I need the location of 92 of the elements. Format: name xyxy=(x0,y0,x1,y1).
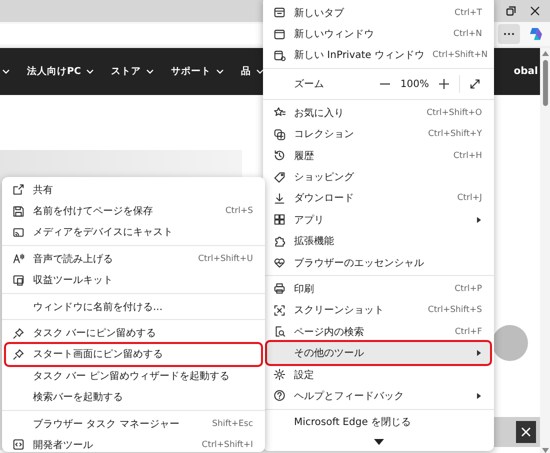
chevron-down-icon xyxy=(2,69,10,74)
close-icon xyxy=(521,427,531,437)
read-aloud-icon xyxy=(12,252,25,266)
menu-item[interactable]: ウィンドウに名前を付ける... xyxy=(6,296,261,318)
menu-item[interactable]: 拡張機能 xyxy=(267,230,490,252)
devtools-icon xyxy=(12,438,25,452)
nav-menu-item[interactable]: 法人向けPC xyxy=(27,65,94,78)
menu-item[interactable]: スクリーンショット Ctrl+Shift+S xyxy=(267,300,490,322)
menu-item[interactable]: ブラウザーのエッセンシャル xyxy=(267,252,490,274)
shortcut-label: Ctrl+Shift+N xyxy=(432,50,488,60)
shortcut-label: Ctrl+H xyxy=(453,150,482,161)
shortcut-label: Ctrl+Shift+S xyxy=(428,305,482,316)
shortcut-label: Ctrl+J xyxy=(457,193,482,204)
expand-icon xyxy=(468,77,482,92)
menu-item[interactable]: その他のツール xyxy=(267,342,490,364)
menu-item[interactable]: コレクション Ctrl+Shift+Y xyxy=(267,124,490,145)
close-button[interactable] xyxy=(516,421,536,443)
menu-item[interactable]: 履歴 Ctrl+H xyxy=(267,144,490,166)
pin-icon xyxy=(12,348,25,361)
more-icon xyxy=(503,32,515,36)
menu-item[interactable]: アプリ xyxy=(267,209,490,231)
restore-icon[interactable] xyxy=(506,6,516,16)
menu-item[interactable]: ブラウザー タスク マネージャー Shift+Esc xyxy=(6,412,261,434)
chevron-down-icon xyxy=(146,69,154,74)
private-window-icon xyxy=(273,48,286,62)
minus-icon xyxy=(380,83,390,86)
scrollbar-thumb[interactable] xyxy=(542,60,548,106)
menu-item[interactable]: 音声で読み上げる Ctrl+Shift+U xyxy=(6,248,261,270)
scroll-down-icon[interactable] xyxy=(374,439,384,446)
panel-icon xyxy=(12,274,25,287)
help-icon xyxy=(273,389,286,402)
menu-item[interactable]: ショッピング xyxy=(267,166,490,188)
menu-item[interactable]: 収益ツールキット xyxy=(6,270,261,291)
shortcut-label: Ctrl+Shift+Y xyxy=(428,129,482,140)
puzzle-icon xyxy=(273,234,286,248)
shortcut-label: Ctrl+Shift+I xyxy=(202,440,253,450)
collection-icon xyxy=(273,128,286,141)
menu-item[interactable]: タスク バー ピン留めウィザードを起動する xyxy=(6,365,261,387)
shortcut-label: Ctrl+T xyxy=(454,8,482,18)
gear-icon xyxy=(273,368,286,382)
tab-icon xyxy=(273,6,286,20)
menu-item[interactable]: お気に入り Ctrl+Shift+O xyxy=(267,102,490,124)
shortcut-label: Shift+Esc xyxy=(212,418,253,429)
scroll-up-icon[interactable] xyxy=(542,51,548,56)
share-icon xyxy=(12,183,25,196)
screenshot-icon xyxy=(273,304,286,317)
apps-icon xyxy=(273,213,286,226)
menu-item[interactable]: ダウンロード Ctrl+J xyxy=(267,188,490,210)
menu-item[interactable]: 印刷 Ctrl+P xyxy=(267,278,490,300)
shortcut-label: Ctrl+F xyxy=(454,326,482,337)
menu-item[interactable]: 新しいウィンドウ Ctrl+N xyxy=(267,23,490,45)
menu-item[interactable]: 名前を付けてページを保存 Ctrl+S xyxy=(6,200,261,222)
nav-menu-item[interactable]: ストア xyxy=(110,65,154,78)
menu-item[interactable]: ヘルプとフィードバック xyxy=(267,385,490,407)
nav-menu-item[interactable]: サポート xyxy=(170,65,224,78)
menu-item[interactable]: ページ内の検索 Ctrl+F xyxy=(267,321,490,342)
printer-icon xyxy=(273,282,286,296)
cast-icon xyxy=(12,226,25,239)
more-button[interactable] xyxy=(498,24,520,44)
menu-item[interactable]: 新しい InPrivate ウィンドウ Ctrl+Shift+N xyxy=(267,44,490,66)
pin-icon xyxy=(12,326,25,340)
menu-item[interactable]: メディアをデバイスにキャスト xyxy=(6,222,261,244)
menu-item[interactable]: Microsoft Edge を閉じる xyxy=(267,412,490,434)
save-icon xyxy=(12,204,25,218)
close-icon[interactable] xyxy=(530,6,540,16)
nav-menu-item[interactable]: 品 xyxy=(240,65,264,78)
menu-item[interactable]: 検索バーを起動する xyxy=(6,386,261,408)
download-icon xyxy=(273,192,286,205)
menu-item[interactable]: 共有 xyxy=(6,179,261,200)
chevron-down-icon xyxy=(216,69,224,74)
shortcut-label: Ctrl+N xyxy=(453,29,482,40)
shortcut-label: Ctrl+S xyxy=(225,206,253,216)
zoom-value: 100% xyxy=(400,78,429,90)
menu-item[interactable]: 開発者ツール Ctrl+Shift+I xyxy=(6,434,261,453)
heart-icon xyxy=(273,256,286,270)
menu-item[interactable]: スタート画面にピン留めする xyxy=(6,344,261,366)
window-icon xyxy=(273,28,286,41)
find-page-icon xyxy=(273,325,286,338)
zoom-label: ズーム xyxy=(294,78,324,92)
history-icon xyxy=(273,149,286,162)
menu-item[interactable]: 設定 xyxy=(267,364,490,386)
chevron-down-icon xyxy=(86,69,94,74)
shortcut-label: Ctrl+Shift+O xyxy=(426,108,482,118)
tag-icon xyxy=(273,170,286,184)
shortcut-label: Ctrl+P xyxy=(454,284,482,294)
plus-icon xyxy=(437,77,451,92)
zoom-in-button[interactable] xyxy=(437,77,451,92)
menu-item[interactable]: タスク バーにピン留めする xyxy=(6,322,261,344)
shortcut-label: Ctrl+Shift+U xyxy=(198,254,253,264)
fullscreen-button[interactable] xyxy=(468,77,482,92)
nav-text: obal xyxy=(514,66,539,77)
copilot-icon[interactable] xyxy=(528,26,544,42)
